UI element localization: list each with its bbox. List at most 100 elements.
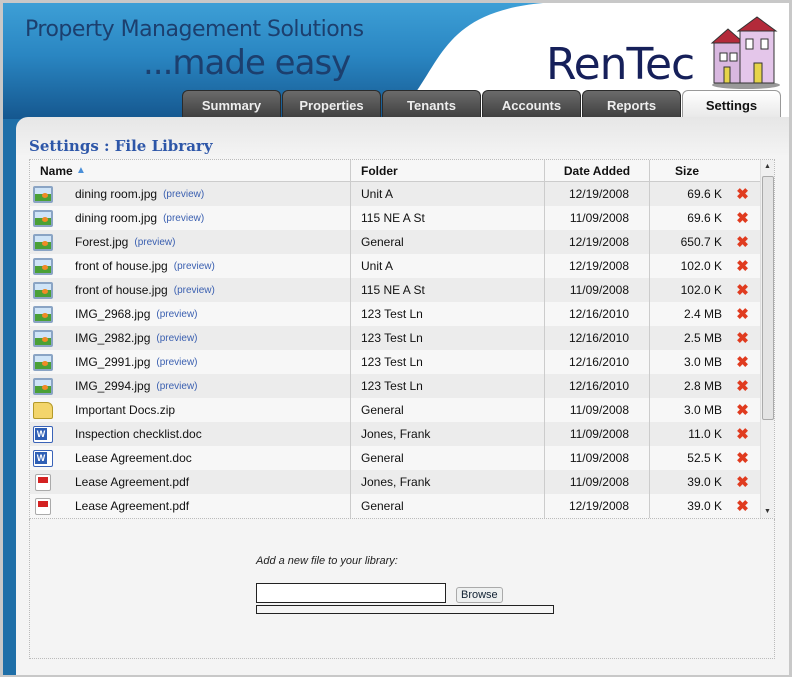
zip-folder-icon [33, 401, 53, 419]
table-row[interactable]: Important Docs.zip General 11/09/2008 3.… [30, 398, 761, 422]
table-row[interactable]: Lease Agreement.pdf General 12/19/2008 3… [30, 494, 761, 518]
preview-link[interactable]: (preview) [134, 237, 175, 248]
preview-link[interactable]: (preview) [163, 189, 204, 200]
table-row[interactable]: front of house.jpg (preview) Unit A 12/1… [30, 254, 761, 278]
house-logo-icon [710, 16, 780, 89]
content-panel: Settings : File Library Name ▲ Folder Da… [16, 117, 789, 675]
tab-properties[interactable]: Properties [282, 90, 381, 118]
tab-accounts[interactable]: Accounts [482, 90, 581, 118]
file-name-link[interactable]: IMG_2982.jpg [75, 331, 150, 345]
app-window: Property Management Solutions ...made ea… [3, 3, 789, 675]
cell-folder: General [351, 230, 545, 254]
column-header-size[interactable]: Size [650, 160, 724, 181]
cell-size: 11.0 K [688, 427, 722, 441]
delete-icon[interactable]: ✖ [724, 329, 761, 347]
delete-icon[interactable]: ✖ [724, 305, 761, 323]
delete-icon[interactable]: ✖ [724, 209, 761, 227]
table-row[interactable]: Forest.jpg (preview) General 12/19/2008 … [30, 230, 761, 254]
delete-icon[interactable]: ✖ [724, 257, 761, 275]
delete-icon[interactable]: ✖ [724, 425, 761, 443]
rentec-logo: RenTec [546, 39, 695, 90]
vertical-scrollbar[interactable]: ▲ ▼ [760, 160, 774, 518]
tab-settings[interactable]: Settings [682, 90, 781, 118]
file-name-link[interactable]: front of house.jpg [75, 259, 168, 273]
file-path-input[interactable] [256, 583, 446, 603]
column-header-folder[interactable]: Folder [351, 160, 545, 181]
scrollbar-thumb[interactable] [762, 176, 774, 420]
cell-folder: 115 NE A St [351, 278, 545, 302]
pdf-file-icon [35, 497, 51, 515]
cell-folder: 123 Test Ln [351, 350, 545, 374]
delete-icon[interactable]: ✖ [724, 233, 761, 251]
cell-folder: General [351, 398, 545, 422]
table-row[interactable]: Lease Agreement.pdf Jones, Frank 11/09/2… [30, 470, 761, 494]
table-row[interactable]: Lease Agreement.doc General 11/09/2008 5… [30, 446, 761, 470]
column-header-name[interactable]: Name ▲ [30, 160, 351, 181]
file-name-link[interactable]: IMG_2994.jpg [75, 379, 150, 393]
file-name-link[interactable]: Important Docs.zip [75, 403, 175, 417]
table-row[interactable]: IMG_2994.jpg (preview) 123 Test Ln 12/16… [30, 374, 761, 398]
tab-reports[interactable]: Reports [582, 90, 681, 118]
image-file-icon [33, 233, 53, 251]
cell-size: 3.0 MB [683, 355, 722, 369]
cell-folder: Jones, Frank [351, 470, 545, 494]
delete-icon[interactable]: ✖ [724, 473, 761, 491]
preview-link[interactable]: (preview) [174, 285, 215, 296]
delete-icon[interactable]: ✖ [724, 281, 761, 299]
preview-link[interactable]: (preview) [174, 261, 215, 272]
tab-tenants[interactable]: Tenants [382, 90, 481, 118]
table-row[interactable]: dining room.jpg (preview) Unit A 12/19/2… [30, 182, 761, 206]
delete-icon[interactable]: ✖ [724, 449, 761, 467]
file-name-link[interactable]: Lease Agreement.doc [75, 451, 192, 465]
table-row[interactable]: IMG_2968.jpg (preview) 123 Test Ln 12/16… [30, 302, 761, 326]
browse-button[interactable]: Browse [456, 587, 503, 603]
scroll-down-icon[interactable]: ▼ [764, 508, 771, 515]
upload-progress-bar [256, 605, 554, 614]
tab-summary[interactable]: Summary [182, 90, 281, 118]
column-header-date[interactable]: Date Added [545, 160, 650, 181]
sort-ascending-icon: ▲ [76, 165, 86, 176]
table-row[interactable]: dining room.jpg (preview) 115 NE A St 11… [30, 206, 761, 230]
file-name-link[interactable]: Lease Agreement.pdf [75, 475, 189, 489]
cell-folder: General [351, 446, 545, 470]
file-name-link[interactable]: dining room.jpg [75, 187, 157, 201]
table-row[interactable]: IMG_2982.jpg (preview) 123 Test Ln 12/16… [30, 326, 761, 350]
file-name-link[interactable]: IMG_2991.jpg [75, 355, 150, 369]
upload-section: Add a new file to your library: Browse [29, 519, 775, 659]
delete-icon[interactable]: ✖ [724, 185, 761, 203]
cell-name: Lease Agreement.pdf [30, 494, 351, 518]
cell-folder: 123 Test Ln [351, 326, 545, 350]
file-name-link[interactable]: Inspection checklist.doc [75, 427, 202, 441]
table-row[interactable]: front of house.jpg (preview) 115 NE A St… [30, 278, 761, 302]
preview-link[interactable]: (preview) [156, 309, 197, 320]
cell-folder: General [351, 494, 545, 518]
table-header: Name ▲ Folder Date Added Size [30, 160, 761, 182]
preview-link[interactable]: (preview) [163, 213, 204, 224]
preview-link[interactable]: (preview) [156, 381, 197, 392]
cell-name: Lease Agreement.pdf [30, 470, 351, 494]
table-row[interactable]: IMG_2991.jpg (preview) 123 Test Ln 12/16… [30, 350, 761, 374]
cell-date-added: 12/19/2008 [545, 182, 650, 206]
delete-icon[interactable]: ✖ [724, 377, 761, 395]
cell-name: IMG_2994.jpg (preview) [30, 374, 351, 398]
file-name-link[interactable]: Lease Agreement.pdf [75, 499, 189, 513]
cell-name: IMG_2991.jpg (preview) [30, 350, 351, 374]
file-name-link[interactable]: Forest.jpg [75, 235, 128, 249]
delete-icon[interactable]: ✖ [724, 497, 761, 515]
delete-icon[interactable]: ✖ [724, 353, 761, 371]
header-banner: Property Management Solutions ...made ea… [3, 3, 789, 119]
cell-name: Lease Agreement.doc [30, 446, 351, 470]
cell-size: 2.8 MB [683, 379, 722, 393]
file-name-link[interactable]: dining room.jpg [75, 211, 157, 225]
scroll-up-icon[interactable]: ▲ [764, 163, 771, 170]
preview-link[interactable]: (preview) [156, 357, 197, 368]
cell-date-added: 12/16/2010 [545, 350, 650, 374]
file-name-link[interactable]: front of house.jpg [75, 283, 168, 297]
file-name-link[interactable]: IMG_2968.jpg [75, 307, 150, 321]
file-table: Name ▲ Folder Date Added Size dining roo… [29, 159, 775, 519]
preview-link[interactable]: (preview) [156, 333, 197, 344]
word-doc-icon [33, 425, 53, 443]
table-row[interactable]: Inspection checklist.doc Jones, Frank 11… [30, 422, 761, 446]
cell-name: dining room.jpg (preview) [30, 182, 351, 206]
delete-icon[interactable]: ✖ [724, 401, 761, 419]
